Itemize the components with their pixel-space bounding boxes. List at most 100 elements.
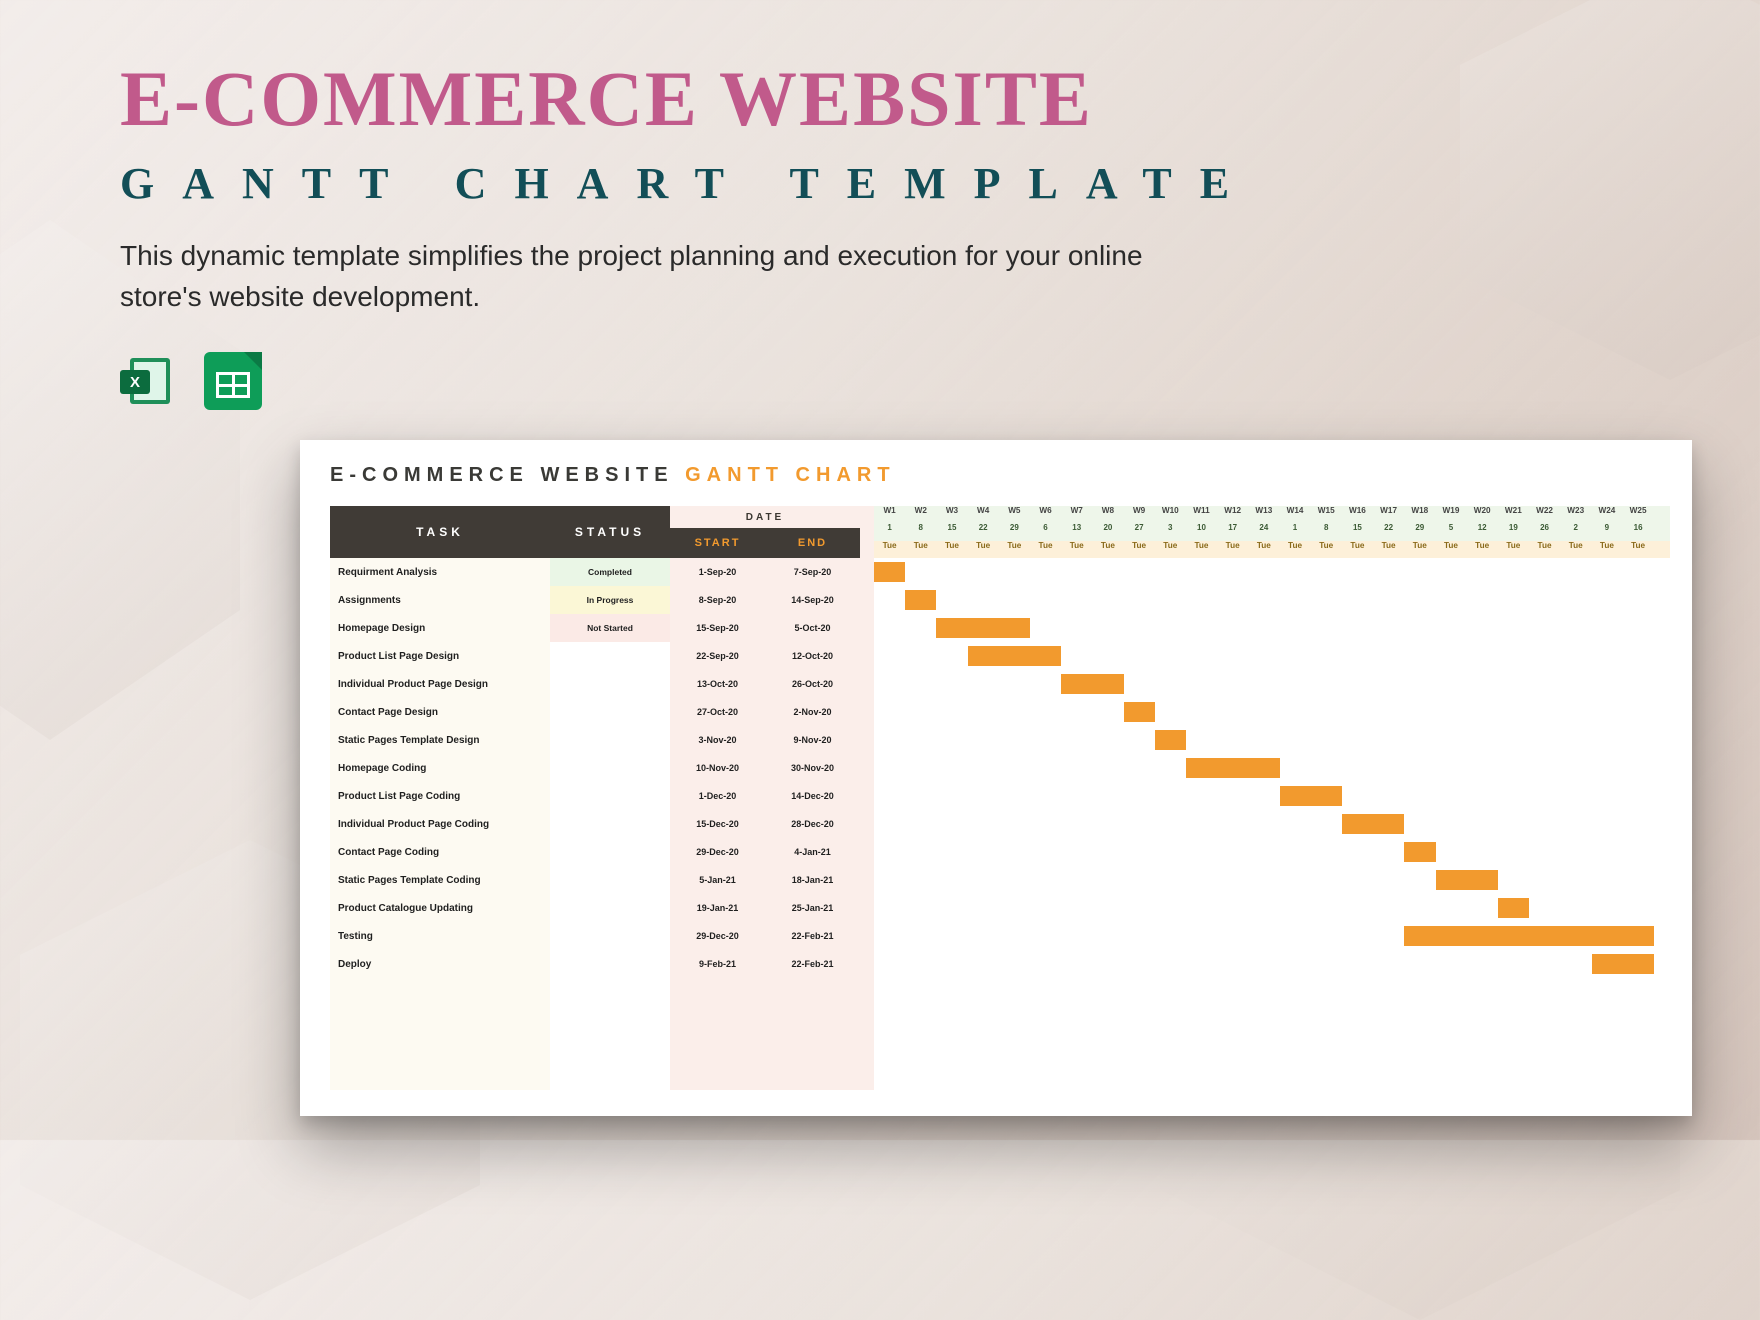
row-gap (860, 1006, 874, 1034)
task-end-date (765, 978, 860, 1006)
task-start-date: 22-Sep-20 (670, 642, 765, 670)
table-row: Static Pages Template Coding5-Jan-2118-J… (330, 866, 1670, 894)
week-dayname: Tue (1529, 541, 1560, 558)
week-label: W16 (1342, 506, 1373, 523)
task-start-date: 8-Sep-20 (670, 586, 765, 614)
excel-icon-letter: X (120, 370, 150, 394)
table-row: Contact Page Coding29-Dec-204-Jan-21 (330, 838, 1670, 866)
task-name (330, 1006, 550, 1034)
task-start-date: 10-Nov-20 (670, 754, 765, 782)
task-end-date (765, 1006, 860, 1034)
task-start-date: 15-Sep-20 (670, 614, 765, 642)
gantt-bar-track (874, 1034, 1670, 1062)
week-daynum: 2 (1560, 523, 1591, 540)
row-gap (860, 754, 874, 782)
row-gap (860, 838, 874, 866)
table-row (330, 1062, 1670, 1090)
task-name: Static Pages Template Design (330, 726, 550, 754)
week-daynum: 19 (1498, 523, 1529, 540)
task-status (550, 642, 670, 670)
task-end-date: 25-Jan-21 (765, 894, 860, 922)
task-status: Not Started (550, 614, 670, 642)
gantt-header: TASK STATUS DATE START END W1W2W3W4W5W6W… (330, 506, 1670, 558)
header-gap (860, 506, 874, 558)
gantt-bar (1280, 786, 1342, 806)
table-row: Product Catalogue Updating 19-Jan-2125-Ja… (330, 894, 1670, 922)
week-daynum: 22 (1373, 523, 1404, 540)
task-end-date: 14-Sep-20 (765, 586, 860, 614)
task-name: Product Catalogue Updating (330, 894, 550, 922)
task-status (550, 894, 670, 922)
sheet-title-accent: GANTT CHART (685, 464, 895, 486)
gantt-bar (1436, 870, 1498, 890)
task-end-date: 22-Feb-21 (765, 950, 860, 978)
task-status (550, 866, 670, 894)
week-dayname: Tue (1623, 541, 1654, 558)
week-daynum: 8 (905, 523, 936, 540)
task-status (550, 810, 670, 838)
gantt-bar-track (874, 670, 1670, 698)
gantt-bar (1155, 730, 1186, 750)
row-gap (860, 978, 874, 1006)
gantt-frame: TASK STATUS DATE START END W1W2W3W4W5W6W… (330, 506, 1670, 1094)
task-status (550, 726, 670, 754)
gantt-bar-track (874, 782, 1670, 810)
task-end-date: 2-Nov-20 (765, 698, 860, 726)
task-start-date (670, 1062, 765, 1090)
gantt-bar-track (874, 922, 1670, 950)
task-start-date: 29-Dec-20 (670, 838, 765, 866)
week-daynum: 24 (1248, 523, 1279, 540)
task-name (330, 978, 550, 1006)
task-name (330, 1034, 550, 1062)
task-name: Individual Product Page Coding (330, 810, 550, 838)
week-daynum: 9 (1591, 523, 1622, 540)
week-dayname: Tue (999, 541, 1030, 558)
gantt-bar-track (874, 1006, 1670, 1034)
week-dayname: Tue (1279, 541, 1310, 558)
table-row: Homepage DesignNot Started15-Sep-205-Oct… (330, 614, 1670, 642)
week-dayname: Tue (1311, 541, 1342, 558)
week-daynum: 22 (968, 523, 999, 540)
week-daynum: 3 (1155, 523, 1186, 540)
task-start-date: 29-Dec-20 (670, 922, 765, 950)
week-label: W7 (1061, 506, 1092, 523)
task-name: Deploy (330, 950, 550, 978)
task-start-date: 9-Feb-21 (670, 950, 765, 978)
gantt-bar-track (874, 978, 1670, 1006)
week-dayname: Tue (905, 541, 936, 558)
task-end-date (765, 1034, 860, 1062)
table-row: Requirment AnalysisCompleted1-Sep-207-Se… (330, 558, 1670, 586)
week-dayname: Tue (1467, 541, 1498, 558)
format-icons: X (120, 352, 262, 410)
task-start-date (670, 1034, 765, 1062)
page-description: This dynamic template simplifies the pro… (120, 236, 1160, 317)
task-end-date: 5-Oct-20 (765, 614, 860, 642)
gantt-bar (1124, 702, 1155, 722)
week-daynum: 29 (1404, 523, 1435, 540)
gantt-bar (936, 618, 1030, 638)
page-subhead: GANTT CHART TEMPLATE (120, 158, 1257, 209)
row-gap (860, 614, 874, 642)
row-gap (860, 810, 874, 838)
task-end-date: 7-Sep-20 (765, 558, 860, 586)
task-name: Requirment Analysis (330, 558, 550, 586)
row-gap (860, 866, 874, 894)
task-end-date: 14-Dec-20 (765, 782, 860, 810)
task-start-date: 1-Dec-20 (670, 782, 765, 810)
gantt-bar-track (874, 1062, 1670, 1090)
week-label: W5 (999, 506, 1030, 523)
task-status (550, 838, 670, 866)
week-dayname: Tue (1030, 541, 1061, 558)
week-label: W19 (1435, 506, 1466, 523)
week-dayname: Tue (1092, 541, 1123, 558)
task-status (550, 782, 670, 810)
col-header-date: DATE (670, 506, 860, 528)
gantt-bar (1404, 926, 1654, 946)
task-start-date: 19-Jan-21 (670, 894, 765, 922)
week-dayname: Tue (1373, 541, 1404, 558)
week-daynum: 13 (1061, 523, 1092, 540)
task-name (330, 1062, 550, 1090)
gantt-bar-track (874, 586, 1670, 614)
week-daynum: 1 (1279, 523, 1310, 540)
week-daynum: 12 (1467, 523, 1498, 540)
